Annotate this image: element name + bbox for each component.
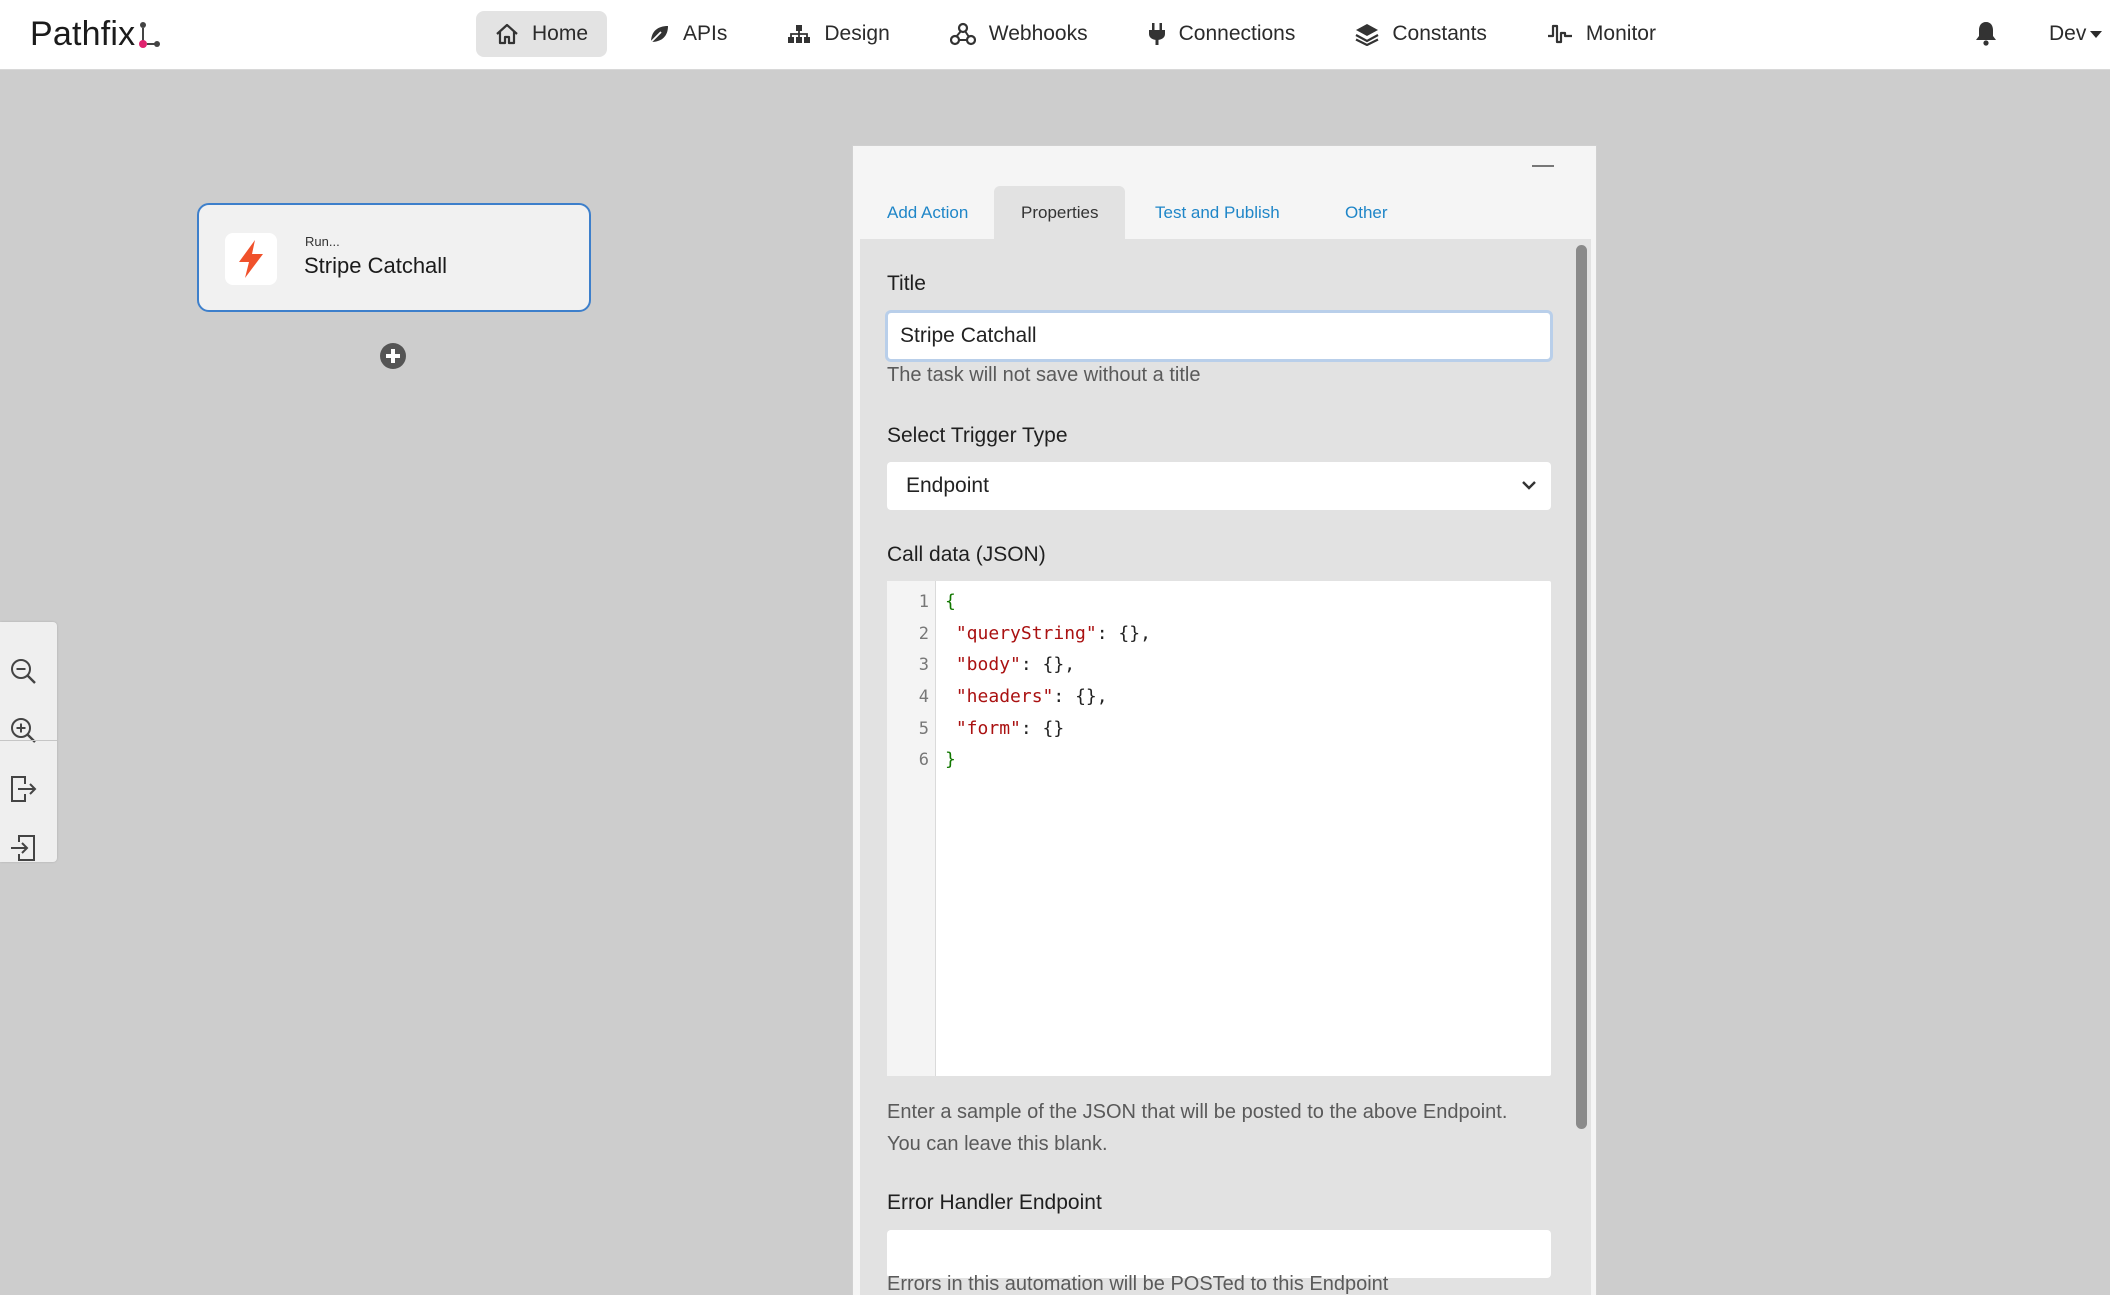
nav-webhooks-label: Webhooks: [988, 22, 1088, 45]
webhooks-icon: [949, 22, 976, 46]
code-line: }: [945, 749, 956, 770]
nav-connections[interactable]: Connections: [1129, 11, 1315, 57]
plug-icon: [1148, 23, 1165, 45]
toolbar-divider: [0, 740, 57, 741]
add-step-icon[interactable]: [379, 342, 407, 370]
code-line: "headers": {},: [955, 686, 1108, 707]
panel-scrollbar[interactable]: [1576, 245, 1587, 1129]
nav-apis[interactable]: APIs: [629, 11, 746, 57]
json-code-editor[interactable]: 1 2 3 4 5 6 { "queryString": {}, "body":…: [887, 581, 1551, 1076]
call-data-label: Call data (JSON): [887, 543, 1046, 566]
leaf-icon: [649, 26, 669, 44]
nav-design[interactable]: Design: [768, 11, 908, 57]
file-export-icon: [11, 776, 37, 802]
trigger-type-label: Select Trigger Type: [887, 424, 1068, 447]
nav-monitor[interactable]: Monitor: [1528, 11, 1675, 57]
panel-body: Title The task will not save without a t…: [860, 239, 1591, 1295]
chevron-down-icon: [1522, 481, 1536, 490]
trigger-type-value: Endpoint: [906, 474, 989, 497]
tab-add-action[interactable]: Add Action: [860, 186, 995, 240]
line-number: 4: [918, 687, 929, 707]
call-data-help-1: Enter a sample of the JSON that will be …: [887, 1101, 1508, 1123]
code-line: "body": {},: [955, 654, 1076, 675]
export-button[interactable]: [6, 772, 40, 806]
code-line: "form": {}: [955, 718, 1065, 739]
error-handler-help: Errors in this automation will be POSTed…: [887, 1273, 1389, 1295]
line-number: 1: [918, 592, 929, 612]
code-line: {: [945, 591, 956, 612]
nav-home-label: Home: [532, 22, 589, 45]
workflow-node-card[interactable]: Run... Stripe Catchall: [197, 203, 591, 312]
tab-other[interactable]: Other: [1318, 186, 1415, 240]
nav-apis-label: APIs: [683, 22, 728, 45]
zoom-in-button[interactable]: [6, 713, 40, 747]
nav-constants[interactable]: Constants: [1336, 11, 1506, 57]
nav-connections-label: Connections: [1178, 22, 1296, 45]
notification-bell-icon[interactable]: [1975, 20, 1997, 46]
line-number: 3: [918, 655, 929, 675]
line-number: 5: [918, 719, 929, 739]
app-logo-text: Pathfix: [30, 14, 136, 53]
file-import-icon: [11, 835, 35, 861]
user-menu[interactable]: Dev: [2049, 22, 2103, 46]
tab-properties[interactable]: Properties: [994, 186, 1126, 240]
nav-design-label: Design: [824, 22, 890, 45]
line-number-gutter: 1 2 3 4 5 6: [887, 581, 936, 1076]
properties-panel: Add Action Properties Test and Publish O…: [852, 145, 1597, 1295]
nav-webhooks[interactable]: Webhooks: [931, 11, 1107, 57]
line-number: 2: [918, 624, 929, 644]
panel-tabs: Add Action Properties Test and Publish O…: [860, 186, 1591, 240]
import-button[interactable]: [6, 831, 40, 865]
zoom-out-icon: [11, 659, 36, 684]
title-help: The task will not save without a title: [887, 364, 1201, 386]
minimize-panel-button[interactable]: [1532, 165, 1554, 167]
error-handler-label: Error Handler Endpoint: [887, 1191, 1102, 1214]
bolt-icon: [239, 240, 263, 278]
tab-test-and-publish[interactable]: Test and Publish: [1128, 186, 1307, 240]
canvas-toolbar: [0, 622, 57, 862]
trigger-type-select[interactable]: Endpoint: [887, 462, 1551, 510]
node-icon-box: [225, 233, 277, 285]
title-label: Title: [887, 272, 926, 295]
app-logo[interactable]: Pathfix: [30, 12, 161, 56]
nav-constants-label: Constants: [1392, 22, 1487, 45]
nav-monitor-label: Monitor: [1585, 22, 1656, 45]
pulse-icon: [1547, 24, 1572, 44]
node-subtitle: Run...: [305, 234, 340, 249]
logo-graph-icon: [139, 22, 161, 48]
node-title: Stripe Catchall: [304, 253, 448, 278]
title-input[interactable]: [885, 310, 1553, 362]
caret-down-icon: [2090, 30, 2103, 38]
call-data-help-2: You can leave this blank.: [887, 1133, 1108, 1155]
home-icon: [496, 23, 518, 45]
nav-home[interactable]: Home: [476, 11, 608, 57]
user-menu-label: Dev: [2049, 22, 2087, 45]
top-navbar: Pathfix Home APIs Design Webhooks Connec…: [0, 0, 2110, 70]
layers-icon: [1355, 24, 1379, 46]
line-number: 6: [918, 750, 929, 770]
main-nav: Home APIs Design Webhooks Connections Co…: [476, 11, 1697, 57]
zoom-out-button[interactable]: [6, 654, 40, 688]
code-line: "queryString": {},: [955, 623, 1151, 644]
sitemap-icon: [788, 25, 811, 43]
